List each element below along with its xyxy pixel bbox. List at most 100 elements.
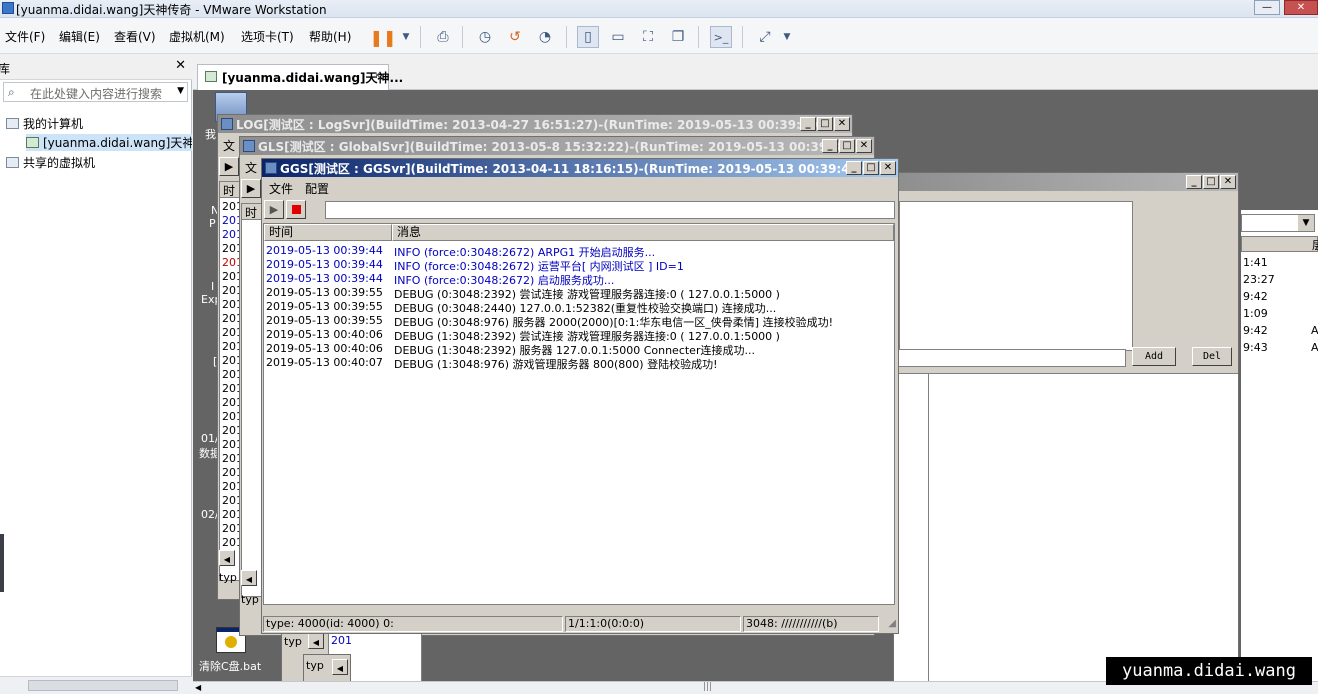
snapshot-icon[interactable]: ◷ xyxy=(474,26,496,48)
maximize-button[interactable]: □ xyxy=(839,139,855,153)
maximize-button[interactable]: □ xyxy=(863,161,879,175)
library-panel: 库 ✕ ⌕ 在此处键入内容进行搜索 ▼ 我的计算机 [yuanma.didai.… xyxy=(0,54,192,694)
close-button[interactable]: ✕ xyxy=(1284,0,1318,15)
log-window-title: LOG[测试区 : LogSvr](BuildTime: 2013-04-27 … xyxy=(236,118,824,132)
play-button[interactable]: ▶ xyxy=(241,179,261,198)
command-input[interactable] xyxy=(325,201,895,219)
side-grip[interactable] xyxy=(0,534,4,592)
snapshot-manager-icon[interactable]: ◔ xyxy=(534,26,556,48)
dropdown-icon[interactable]: ▼ xyxy=(395,26,417,48)
right-panel: ▼ 层 1:41 23:27 9:42 1:09 9:42 A 9:43 A xyxy=(1241,210,1318,480)
close-button[interactable]: ✕ xyxy=(834,117,850,131)
scroll-left-button[interactable]: ◀ xyxy=(308,633,324,649)
ggs-window[interactable]: GGS[测试区 : GGSvr](BuildTime: 2013-04-11 1… xyxy=(261,158,899,634)
minimize-button[interactable]: _ xyxy=(822,139,838,153)
server-icon xyxy=(265,162,277,174)
vm-icon xyxy=(205,71,217,82)
chevron-down-icon[interactable]: ▼ xyxy=(1298,215,1314,231)
pause-icon[interactable]: ❚❚ xyxy=(370,26,397,48)
log-window-titlebar[interactable]: LOG[测试区 : LogSvr](BuildTime: 2013-04-27 … xyxy=(218,115,852,133)
maximize-button[interactable]: □ xyxy=(1203,175,1219,189)
table-row[interactable]: 2019-05-13 00:39:55 DEBUG (0:3048:2440) 1… xyxy=(264,300,894,315)
ggs-menu-file[interactable]: 文件 xyxy=(269,180,293,197)
send-ctrl-alt-del-icon[interactable]: ⎙ xyxy=(432,26,454,48)
tree-item-vm[interactable]: [yuanma.didai.wang]天神 xyxy=(26,134,192,151)
ggs-window-titlebar[interactable]: GGS[测试区 : GGSvr](BuildTime: 2013-04-11 1… xyxy=(262,159,898,177)
table-row[interactable]: 2019-05-13 00:39:44 INFO (force:0:3048:26… xyxy=(264,244,894,259)
table-row[interactable]: 2019-05-13 00:40:07 DEBUG (1:3048:976) 游戏… xyxy=(264,356,894,371)
guest-desktop[interactable]: 我 N P I Exp [ 01/ 数据 02/ 清除C盘.bat _ □ ✕ … xyxy=(193,90,1318,694)
table-row[interactable]: 2019-05-13 00:39:55 DEBUG (0:3048:976) 服务… xyxy=(264,314,894,329)
revert-snapshot-icon[interactable]: ↺ xyxy=(504,26,526,48)
menu-help[interactable]: 帮助(H) xyxy=(309,28,351,45)
stretch-dropdown-icon[interactable]: ▼ xyxy=(776,26,798,48)
right-panel-select[interactable]: ▼ xyxy=(1241,214,1315,232)
table-row[interactable]: 2019-05-13 00:39:44 INFO (force:0:3048:26… xyxy=(264,272,894,287)
column-header-message[interactable]: 消息 xyxy=(392,224,894,241)
tree-item-shared-vms[interactable]: 共享的虚拟机 xyxy=(6,154,95,171)
toolbar-separator xyxy=(462,26,463,48)
add-button[interactable]: Add xyxy=(1132,347,1176,366)
maximize-button[interactable]: □ xyxy=(817,117,833,131)
stop-button[interactable] xyxy=(286,200,306,219)
vmware-app-icon xyxy=(2,2,14,14)
back-window-input[interactable] xyxy=(894,349,1126,367)
scroll-left-button[interactable]: ◀ xyxy=(219,550,235,566)
tree-item-my-computer[interactable]: 我的计算机 xyxy=(6,115,83,132)
scroll-left-icon[interactable]: ◀ xyxy=(195,683,201,692)
start-button[interactable]: ▶ xyxy=(264,200,284,219)
tab-vm[interactable]: [yuanma.didai.wang]天神... ✕ xyxy=(197,64,403,90)
library-horizontal-scrollbar[interactable] xyxy=(0,676,192,694)
close-button[interactable]: ✕ xyxy=(856,139,872,153)
minimize-button[interactable]: _ xyxy=(800,117,816,131)
scrollbar-grip[interactable]: ||| xyxy=(703,682,712,692)
library-search-input[interactable]: ⌕ 在此处键入内容进行搜索 ▼ xyxy=(3,82,188,102)
gls-menu-partial[interactable]: 文 xyxy=(245,159,257,176)
vmware-titlebar: [yuanma.didai.wang]天神传奇 - VMware Worksta… xyxy=(0,0,1318,18)
column-header-time[interactable]: 时间 xyxy=(264,224,392,241)
log-menu-partial[interactable]: 文 xyxy=(223,137,235,154)
close-button[interactable]: ✕ xyxy=(880,161,896,175)
fullscreen-icon[interactable]: ⛶ xyxy=(637,26,659,48)
minimize-button[interactable]: _ xyxy=(846,161,862,175)
play-button[interactable]: ▶ xyxy=(219,157,239,176)
back-window-list xyxy=(899,201,1133,351)
table-row[interactable]: 2019-05-13 00:40:06 DEBUG (1:3048:2392) 尝… xyxy=(264,328,894,343)
library-view-icon[interactable]: ▯ xyxy=(577,26,599,48)
menu-edit[interactable]: 编辑(E) xyxy=(59,28,100,45)
back-window-titlebar[interactable]: _ □ ✕ xyxy=(894,173,1238,191)
ggs-menubar: 文件 配置 xyxy=(262,178,898,197)
del-button[interactable]: Del xyxy=(1192,347,1232,366)
scrollbar-thumb[interactable] xyxy=(28,680,178,691)
minimize-button[interactable]: _ xyxy=(1186,175,1202,189)
gls-status-partial: typ xyxy=(241,593,259,606)
scroll-left-button[interactable]: ◀ xyxy=(241,570,257,586)
minimize-button[interactable]: — xyxy=(1254,0,1280,15)
menu-vm[interactable]: 虚拟机(M) xyxy=(169,28,225,45)
chevron-down-icon[interactable]: ▼ xyxy=(177,86,184,96)
time-cell: 9:42 xyxy=(1243,290,1268,303)
scroll-left-button[interactable]: ◀ xyxy=(332,659,348,675)
library-header: 库 ✕ xyxy=(0,54,192,80)
console-icon[interactable]: >_ xyxy=(710,26,732,48)
library-close-icon[interactable]: ✕ xyxy=(175,58,186,73)
menu-view[interactable]: 查看(V) xyxy=(114,28,156,45)
menu-tabs[interactable]: 选项卡(T) xyxy=(241,28,294,45)
tree-item-label: [yuanma.didai.wang]天神 xyxy=(43,136,192,150)
table-row[interactable]: 2019-05-13 00:39:44 INFO (force:0:3048:26… xyxy=(264,258,894,273)
back-window[interactable]: _ □ ✕ Add Del xyxy=(893,172,1239,692)
resize-grip-icon[interactable]: ◢ xyxy=(888,618,896,629)
tree-item-label: 我的计算机 xyxy=(23,117,84,131)
close-button[interactable]: ✕ xyxy=(1220,175,1236,189)
thumbnail-view-icon[interactable]: ▭ xyxy=(607,26,629,48)
stretch-icon[interactable]: ⤢ xyxy=(754,26,776,48)
stacked-status-partial: typ xyxy=(284,635,302,648)
ggs-menu-config[interactable]: 配置 xyxy=(305,180,329,197)
gls-window-titlebar[interactable]: GLS[测试区 : GlobalSvr](BuildTime: 2013-05-… xyxy=(240,137,874,155)
table-row[interactable]: 2019-05-13 00:40:06 DEBUG (1:3048:2392) 服… xyxy=(264,342,894,357)
desktop-label-partial: I xyxy=(211,280,215,293)
unity-icon[interactable]: ❐ xyxy=(667,26,689,48)
menu-file[interactable]: 文件(F) xyxy=(5,28,45,45)
tab-close-icon[interactable]: ✕ xyxy=(373,69,382,82)
table-row[interactable]: 2019-05-13 00:39:55 DEBUG (0:3048:2392) 尝… xyxy=(264,286,894,301)
